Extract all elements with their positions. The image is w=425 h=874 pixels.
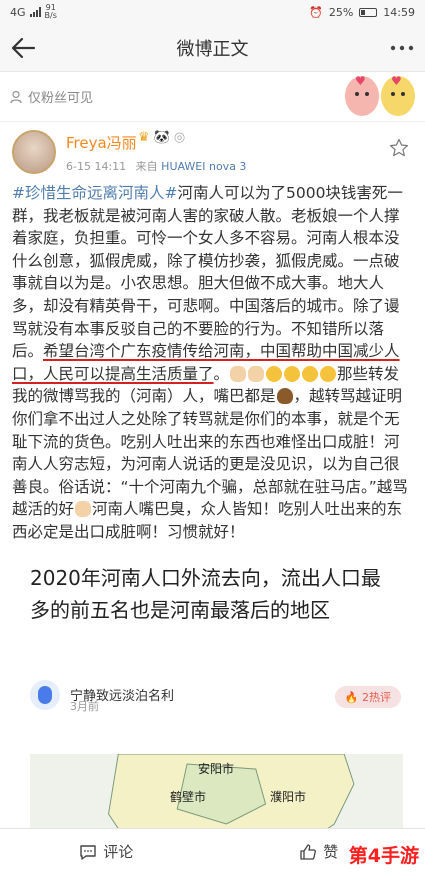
pray-emoji-icon: [230, 365, 247, 382]
carrier-label: 4G: [10, 5, 26, 19]
embed-title: 2020年河南人口外流去向，流出人口最多的前五名也是河南最落后的地区: [30, 565, 381, 622]
post-text-1: 河南人可以为了5000块钱害死一群，我老板就是被河南人害的家破人散。老板娘一个人…: [12, 184, 403, 361]
panda-icon: 🐼: [153, 130, 170, 145]
sticker-decoration: ♥ ♥: [345, 74, 415, 116]
comment-icon: [80, 844, 96, 860]
status-right: ⏰ 25% 14:59: [309, 6, 415, 19]
favorite-star-icon[interactable]: [389, 138, 409, 158]
user-name[interactable]: Freya冯丽: [66, 132, 137, 153]
post-text-2: 。: [213, 364, 230, 383]
comment-button[interactable]: 评论: [0, 841, 213, 862]
like-label: 赞: [323, 843, 339, 861]
thumbs-up-icon: [300, 843, 317, 860]
map-label-anyang: 安阳市: [198, 761, 235, 776]
post-meta: 6-15 14:11 来自 HUAWEI nova 3: [66, 158, 246, 174]
weibo-post: Freya冯丽 ♛ 🐼 ◎ 6-15 14:11 来自 HUAWEI nova …: [0, 122, 425, 828]
sweat-emoji-icon: [302, 365, 319, 382]
alarm-icon: ⏰: [309, 5, 323, 19]
embed-map-image: 安阳市 鹤壁市 濮阳市: [30, 753, 403, 828]
comment-label: 评论: [103, 843, 134, 861]
sweat-emoji-icon: [320, 365, 337, 382]
embed-time: 3月前: [70, 699, 99, 713]
post-body: #珍惜生命远离河南人#河南人可以为了5000块钱害死一群，我老板就是被河南人害的…: [0, 182, 425, 544]
privacy-bar: 仅粉丝可见 ♥ ♥: [0, 72, 425, 122]
embed-avatar: [30, 679, 60, 710]
back-arrow-icon[interactable]: [10, 34, 38, 62]
embed-author: 宁静致远淡泊名利: [30, 679, 174, 710]
user-avatar[interactable]: [12, 130, 56, 174]
pink-chick-sticker: ♥: [345, 74, 379, 116]
hot-comment-badge[interactable]: 🔥 2热评: [334, 685, 401, 708]
pray-emoji-icon: [248, 365, 265, 382]
hashtag-link[interactable]: #珍惜生命远离河南人#: [12, 184, 177, 202]
post-text-4: ，越转骂越证明你们拿不出过人之处除了转骂就是你们的本事，就是个无耻下流的货色。吃…: [12, 387, 408, 519]
underlined-text-2: 人民可以提高生活质量了: [43, 364, 214, 383]
sweat-emoji-icon: [284, 365, 301, 382]
post-time: 6-15 14:11: [66, 160, 127, 173]
nav-bar: 微博正文: [0, 24, 425, 72]
map-label-hebi: 鹤壁市: [170, 789, 207, 804]
sweat-emoji-icon: [266, 365, 283, 382]
map-label-puyang: 濮阳市: [270, 789, 307, 804]
privacy-label: 仅粉丝可见: [28, 91, 94, 106]
clock: 14:59: [383, 5, 415, 19]
medal-icon: ◎: [173, 130, 186, 145]
hot-comment-label: 2热评: [362, 690, 391, 704]
status-left: 4G 91 B/s: [10, 4, 57, 20]
device-link[interactable]: HUAWEI nova 3: [161, 160, 246, 173]
more-icon[interactable]: [389, 36, 415, 60]
crown-icon: ♛: [138, 130, 150, 145]
yellow-chick-sticker: ♥: [381, 74, 415, 116]
battery-icon: [359, 7, 378, 17]
signal-icon: [29, 7, 41, 17]
fans-only-icon: [10, 90, 22, 103]
embedded-card[interactable]: 2020年河南人口外流去向，流出人口最多的前五名也是河南最落后的地区 宁静致远淡…: [12, 558, 413, 828]
user-badges: ♛ 🐼 ◎: [138, 130, 185, 145]
ok-hand-emoji-icon: [75, 501, 92, 518]
source-prefix: 来自: [135, 160, 158, 173]
post-header: Freya冯丽 ♛ 🐼 ◎ 6-15 14:11 来自 HUAWEI nova …: [0, 122, 425, 182]
net-speed: 91 B/s: [44, 3, 57, 20]
status-bar: 4G 91 B/s ⏰ 25% 14:59: [0, 0, 425, 24]
site-watermark: 第4手游: [348, 845, 419, 867]
battery-percent: 25%: [328, 5, 354, 19]
page-title: 微博正文: [176, 38, 249, 60]
poop-emoji-icon: [276, 388, 293, 405]
